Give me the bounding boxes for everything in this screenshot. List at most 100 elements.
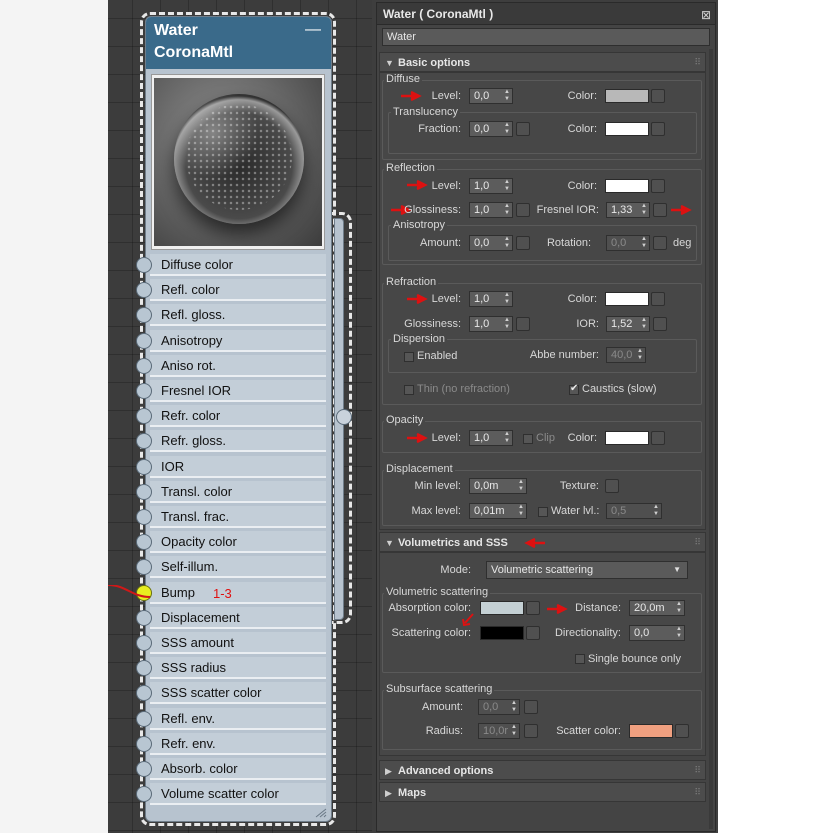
input-socket[interactable] <box>136 559 152 575</box>
node-slot[interactable]: Refl. env. <box>136 708 326 730</box>
sss-radius-map-button[interactable] <box>524 724 538 738</box>
translucency-map-button[interactable] <box>651 122 665 136</box>
node-slot[interactable]: Self-illum. <box>136 556 326 578</box>
input-socket[interactable] <box>136 484 152 500</box>
node-slot[interactable]: Refr. env. <box>136 733 326 755</box>
aniso-amount-spinner[interactable]: 0,0 ▲ ▼ <box>469 235 513 251</box>
sss-amount-map-button[interactable] <box>524 700 538 714</box>
refr-level-spinner[interactable]: 1,0 ▲ ▼ <box>469 291 513 307</box>
diffuse-map-button[interactable] <box>651 89 665 103</box>
input-socket[interactable] <box>136 761 152 777</box>
fresnel-ior-spinner[interactable]: 1,33 ▲ ▼ <box>606 202 650 218</box>
refr-gloss-map-button[interactable] <box>516 317 530 331</box>
scatter-map-button[interactable] <box>675 724 689 738</box>
node-slot[interactable]: Absorb. color <box>136 758 326 780</box>
node-minimize-button[interactable]: — <box>305 22 321 38</box>
ior-map-button[interactable] <box>653 317 667 331</box>
input-socket[interactable] <box>136 685 152 701</box>
distance-spinner[interactable]: 20,0m ▲ ▼ <box>629 600 685 616</box>
refl-color-swatch[interactable] <box>605 179 649 193</box>
thin-refraction-checkbox[interactable] <box>404 385 414 395</box>
close-icon[interactable]: ⊠ <box>699 8 713 22</box>
fresnel-map-button[interactable] <box>653 203 667 217</box>
aniso-amount-map-button[interactable] <box>516 236 530 250</box>
node-slot[interactable]: Refl. color <box>136 279 326 301</box>
node-slot[interactable]: SSS radius <box>136 657 326 679</box>
opacity-color-swatch[interactable] <box>605 431 649 445</box>
diffuse-level-spinner[interactable]: 0,0 ▲ ▼ <box>469 88 513 104</box>
node-slot[interactable]: Diffuse color <box>136 254 326 276</box>
output-socket[interactable] <box>336 409 352 425</box>
node-slot[interactable]: Refl. gloss. <box>136 304 326 326</box>
node-slot[interactable]: Anisotropy <box>136 330 326 352</box>
input-socket[interactable] <box>136 610 152 626</box>
sss-amount-spinner[interactable]: 0,0 ▲ ▼ <box>478 699 520 715</box>
resize-grip-icon[interactable] <box>314 808 328 818</box>
water-level-spinner[interactable]: 0,5 ▲ ▼ <box>606 503 662 519</box>
aniso-rotation-map-button[interactable] <box>653 236 667 250</box>
node-slot[interactable]: IOR <box>136 456 326 478</box>
fraction-spinner[interactable]: 0,0 ▲ ▼ <box>469 121 513 137</box>
node-slot[interactable]: Refr. gloss. <box>136 430 326 452</box>
material-name-field[interactable]: Water <box>382 28 710 46</box>
refl-map-button[interactable] <box>651 179 665 193</box>
mode-dropdown[interactable]: Volumetric scattering ▼ <box>486 561 688 579</box>
absorption-color-swatch[interactable] <box>480 601 524 615</box>
fraction-map-button[interactable] <box>516 122 530 136</box>
opacity-map-button[interactable] <box>651 431 665 445</box>
refr-color-swatch[interactable] <box>605 292 649 306</box>
input-socket[interactable] <box>136 333 152 349</box>
input-socket[interactable] <box>136 635 152 651</box>
abbe-number-spinner[interactable]: 40,0 ▲ ▼ <box>606 347 646 363</box>
input-socket[interactable] <box>136 433 152 449</box>
node-slot[interactable]: SSS scatter color <box>136 682 326 704</box>
input-socket[interactable] <box>136 257 152 273</box>
node-slot[interactable]: SSS amount <box>136 632 326 654</box>
node-slot[interactable]: Displacement <box>136 607 326 629</box>
min-level-spinner[interactable]: 0,0m ▲ ▼ <box>469 478 527 494</box>
input-socket[interactable] <box>136 408 152 424</box>
input-socket[interactable] <box>136 534 152 550</box>
displacement-texture-button[interactable] <box>605 479 619 493</box>
water-level-checkbox[interactable] <box>538 507 548 517</box>
input-socket[interactable] <box>136 786 152 802</box>
refr-gloss-spinner[interactable]: 1,0 ▲ ▼ <box>469 316 513 332</box>
absorption-map-button[interactable] <box>526 601 540 615</box>
node-slot[interactable]: Fresnel IOR <box>136 380 326 402</box>
aniso-rotation-spinner[interactable]: 0,0 ▲ ▼ <box>606 235 650 251</box>
clip-checkbox[interactable] <box>523 434 533 444</box>
refl-gloss-spinner[interactable]: 1,0 ▲ ▼ <box>469 202 513 218</box>
node-editor-canvas[interactable]: Water CoronaMtl — Diffuse color Refl. col… <box>0 0 372 833</box>
rollout-maps[interactable]: ▶ Maps ⠿ <box>379 782 706 802</box>
input-socket[interactable] <box>136 459 152 475</box>
drag-grip-icon[interactable]: ⠿ <box>694 787 701 798</box>
input-socket[interactable] <box>136 509 152 525</box>
refl-gloss-map-button[interactable] <box>516 203 530 217</box>
node-slot[interactable]: Transl. frac. <box>136 506 326 528</box>
node-slot[interactable]: Aniso rot. <box>136 355 326 377</box>
opacity-level-spinner[interactable]: 1,0 ▲ ▼ <box>469 430 513 446</box>
caustics-checkbox[interactable] <box>569 383 579 395</box>
panel-titlebar[interactable]: Water ( CoronaMtl ) ⊠ <box>377 3 715 25</box>
drag-grip-icon[interactable]: ⠿ <box>694 537 701 548</box>
scattering-color-swatch[interactable] <box>480 626 524 640</box>
translucency-color-swatch[interactable] <box>605 122 649 136</box>
node-slot[interactable]: Refr. color <box>136 405 326 427</box>
directionality-spinner[interactable]: 0,0 ▲ ▼ <box>629 625 685 641</box>
drag-grip-icon[interactable]: ⠿ <box>694 765 701 776</box>
input-socket[interactable] <box>136 282 152 298</box>
refr-map-button[interactable] <box>651 292 665 306</box>
node-slot[interactable]: Volume scatter color <box>136 783 326 805</box>
node-slot[interactable]: Opacity color <box>136 531 326 553</box>
rollout-advanced-options[interactable]: ▶ Advanced options ⠿ <box>379 760 706 780</box>
input-socket[interactable] <box>136 383 152 399</box>
input-socket[interactable] <box>136 660 152 676</box>
scatter-color-swatch[interactable] <box>629 724 673 738</box>
refl-level-spinner[interactable]: 1,0 ▲ ▼ <box>469 178 513 194</box>
material-preview[interactable] <box>154 78 322 246</box>
ior-spinner[interactable]: 1,52 ▲ ▼ <box>606 316 650 332</box>
rollout-basic-options[interactable]: ▼ Basic options ⠿ <box>379 52 706 72</box>
bump-wire[interactable] <box>108 585 150 599</box>
input-socket[interactable] <box>136 358 152 374</box>
dispersion-enabled-checkbox[interactable] <box>404 352 414 362</box>
